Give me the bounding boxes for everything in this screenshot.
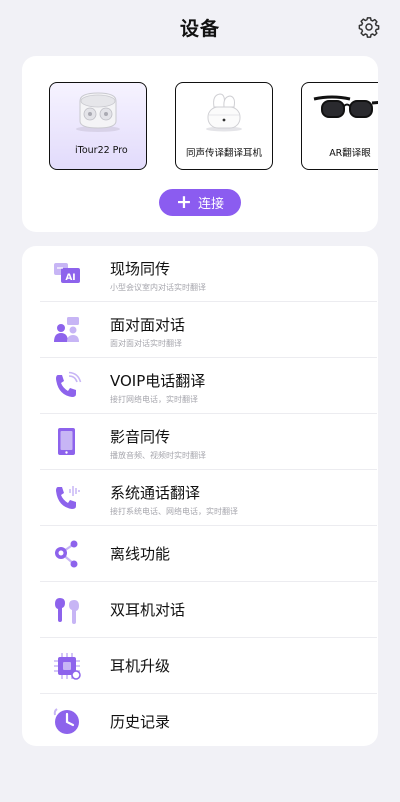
device-label: AR翻译眼 xyxy=(329,148,371,159)
device-label: iTour22 Pro xyxy=(75,145,128,156)
device-carousel[interactable]: iTour22 Pro 同声传译翻译耳机 AR翻译眼 xyxy=(49,82,378,172)
ar-glasses-icon xyxy=(313,95,378,118)
header: 设备 xyxy=(0,0,400,56)
dual-earbuds-icon xyxy=(55,598,79,624)
menu-item-subtitle: 面对面对话实时翻译 xyxy=(110,339,182,348)
menu-item-history[interactable]: 历史记录 xyxy=(40,694,377,746)
menu-item-title: VOIP电话翻译 xyxy=(110,372,206,390)
menu-item-title: 双耳机对话 xyxy=(110,601,186,619)
device-card-simultaneous-earbuds[interactable]: 同声传译翻译耳机 xyxy=(175,82,273,170)
connect-button[interactable]: + 连接 xyxy=(159,189,241,216)
menu-item-title: 历史记录 xyxy=(110,713,171,731)
menu-item-subtitle: 接打系统电话、网络电话，实时翻译 xyxy=(110,507,238,516)
menu-item-offline-features[interactable]: 离线功能 xyxy=(40,526,377,582)
menu-item-subtitle: 小型会议室内对话实时翻译 xyxy=(110,283,206,292)
menu-item-dual-earbud-dialogue[interactable]: 双耳机对话 xyxy=(40,582,377,638)
earbuds-case-icon xyxy=(76,92,120,132)
menu-item-live-interpretation[interactable]: AI 现场同传 小型会议室内对话实时翻译 xyxy=(40,246,377,302)
menu-item-subtitle: 接打网络电话，实时翻译 xyxy=(110,395,198,404)
ai-translate-icon: AI xyxy=(54,263,80,283)
menu-item-title: 现场同传 xyxy=(110,260,171,278)
media-tablet-icon xyxy=(58,428,75,455)
system-call-icon xyxy=(56,486,80,509)
chip-upgrade-icon xyxy=(54,653,81,680)
feature-menu: AI 现场同传 小型会议室内对话实时翻译 面对面对话 面对面对话实时翻译 VOI… xyxy=(22,246,378,746)
menu-item-voip-translation[interactable]: VOIP电话翻译 接打网络电话，实时翻译 xyxy=(40,358,377,414)
gear-icon[interactable] xyxy=(358,16,380,38)
menu-item-title: 耳机升级 xyxy=(110,657,171,675)
svg-text:AI: AI xyxy=(65,273,75,283)
menu-item-title: 面对面对话 xyxy=(110,316,186,334)
device-label: 同声传译翻译耳机 xyxy=(185,148,262,159)
menu-item-title: 系统通话翻译 xyxy=(110,484,201,502)
history-clock-icon xyxy=(53,708,79,734)
device-list-card: iTour22 Pro 同声传译翻译耳机 AR翻译眼 + 连接 xyxy=(22,56,378,232)
face-to-face-icon xyxy=(54,317,79,342)
menu-item-title: 离线功能 xyxy=(110,545,171,563)
connect-label: 连接 xyxy=(197,197,224,212)
menu-item-earbud-upgrade[interactable]: 耳机升级 xyxy=(40,638,377,694)
plus-icon: + xyxy=(176,191,192,213)
device-card-ar-glasses[interactable]: AR翻译眼 xyxy=(301,82,378,170)
menu-item-system-call-translation[interactable]: 系统通话翻译 接打系统电话、网络电话，实时翻译 xyxy=(40,470,377,526)
device-card-itour22-pro[interactable]: iTour22 Pro xyxy=(49,82,147,170)
page-title: 设备 xyxy=(179,18,220,40)
earbuds-white-icon xyxy=(206,93,242,132)
voip-phone-icon xyxy=(56,371,82,397)
menu-item-media-interpretation[interactable]: 影音同传 播放音频、视频时实时翻译 xyxy=(40,414,377,470)
menu-item-title: 影音同传 xyxy=(110,428,171,446)
offline-nodes-icon xyxy=(55,540,78,568)
menu-item-subtitle: 播放音频、视频时实时翻译 xyxy=(110,451,206,460)
menu-item-face-to-face[interactable]: 面对面对话 面对面对话实时翻译 xyxy=(40,302,377,358)
